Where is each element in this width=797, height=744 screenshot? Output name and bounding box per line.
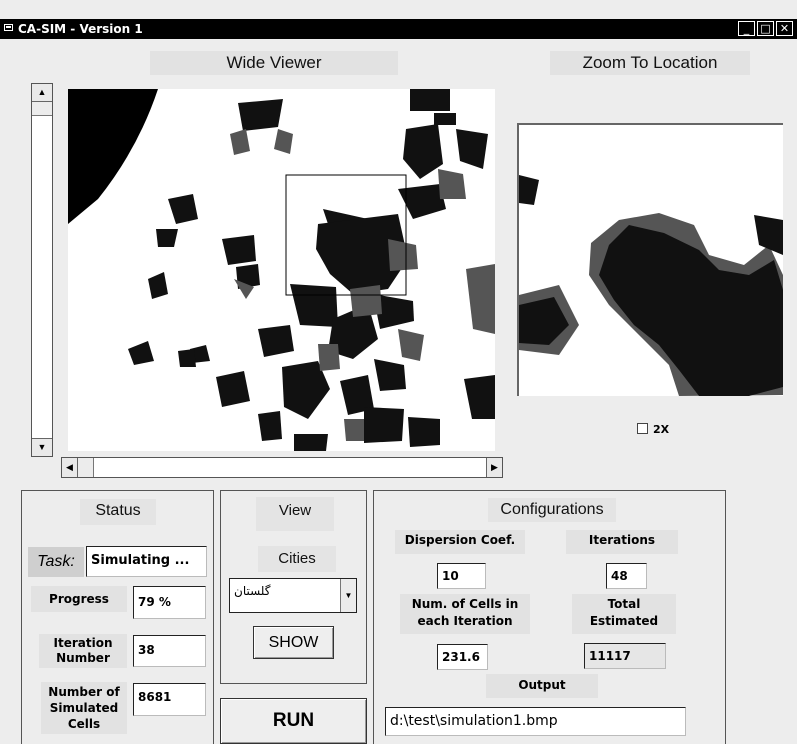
cells-per-iteration-label: Num. of Cells in each Iteration (400, 594, 530, 634)
title-bar[interactable]: CA-SIM - Version 1 _ □ ✕ (0, 19, 797, 39)
configurations-title: Configurations (488, 498, 616, 522)
checkbox-box[interactable] (637, 423, 648, 434)
task-label: Task: (28, 547, 84, 577)
simulated-label-line-3: Cells (67, 717, 101, 731)
vertical-scroll-thumb[interactable] (32, 102, 52, 116)
simulated-cells-field[interactable]: 8681 (133, 683, 206, 716)
output-path-field[interactable]: d:\test\simulation1.bmp (385, 707, 686, 736)
view-title: View (256, 497, 334, 531)
cities-label: Cities (258, 546, 336, 572)
window-title: CA-SIM - Version 1 (18, 22, 143, 36)
iteration-label-line-1: Iteration (53, 636, 113, 650)
status-title: Status (80, 499, 156, 525)
wide-viewer-map[interactable] (68, 89, 495, 451)
window-icon[interactable] (4, 24, 13, 31)
wide-viewer-title: Wide Viewer (150, 51, 398, 75)
simulated-label-line-2: Simulated (49, 701, 119, 715)
zoom-map-image (519, 175, 783, 396)
maximize-button[interactable]: □ (757, 21, 774, 36)
total-label-line-1: Total (607, 597, 641, 611)
zoom-viewer-map[interactable] (517, 123, 783, 396)
total-label-line-2: Estimated (589, 614, 659, 628)
total-estimated-label: Total Estimated (572, 594, 676, 634)
iterations-field[interactable]: 48 (606, 563, 647, 589)
run-button[interactable]: RUN (220, 698, 367, 744)
zoom-2x-label: 2X (653, 423, 670, 436)
progress-label: Progress (31, 586, 127, 612)
chevron-down-icon[interactable]: ▼ (340, 579, 356, 612)
progress-field[interactable]: 79 % (133, 586, 206, 619)
task-field[interactable]: Simulating ... (86, 546, 207, 577)
city-select-value: گلستان (234, 584, 271, 598)
iteration-label-line-2: Number (56, 651, 110, 665)
iteration-number-field[interactable]: 38 (133, 635, 206, 667)
total-estimated-field: 11117 (584, 643, 666, 669)
output-label: Output (486, 674, 598, 698)
scroll-left-button[interactable]: ◀ (62, 458, 78, 477)
horizontal-scrollbar[interactable]: ◀ ▶ (61, 457, 503, 478)
close-button[interactable]: ✕ (776, 21, 793, 36)
vertical-scrollbar[interactable]: ▲ ▼ (31, 83, 53, 457)
app-window: CA-SIM - Version 1 _ □ ✕ Wide Viewer Zoo… (0, 0, 797, 744)
city-select[interactable]: گلستان ▼ (229, 578, 357, 613)
cells-per-iteration-field[interactable]: 231.6 (437, 644, 488, 670)
iterations-label: Iterations (566, 530, 678, 554)
dispersion-label: Dispersion Coef. (395, 530, 525, 554)
minimize-button[interactable]: _ (738, 21, 755, 36)
cells-label-line-2: each Iteration (417, 614, 513, 628)
horizontal-scroll-thumb[interactable] (78, 458, 94, 477)
simulated-label-line-1: Number of (48, 685, 120, 699)
iteration-number-label: Iteration Number (39, 634, 127, 668)
dispersion-field[interactable]: 10 (437, 563, 486, 589)
cells-label-line-1: Num. of Cells in (411, 597, 519, 611)
scroll-down-button[interactable]: ▼ (32, 438, 52, 456)
simulated-cells-label: Number of Simulated Cells (41, 682, 127, 734)
scroll-up-button[interactable]: ▲ (32, 84, 52, 102)
zoom-2x-checkbox[interactable]: 2X (637, 423, 669, 436)
zoom-viewer-title: Zoom To Location (550, 51, 750, 75)
show-button[interactable]: SHOW (253, 626, 334, 659)
scroll-right-button[interactable]: ▶ (486, 458, 502, 477)
wide-map-image (68, 89, 495, 451)
